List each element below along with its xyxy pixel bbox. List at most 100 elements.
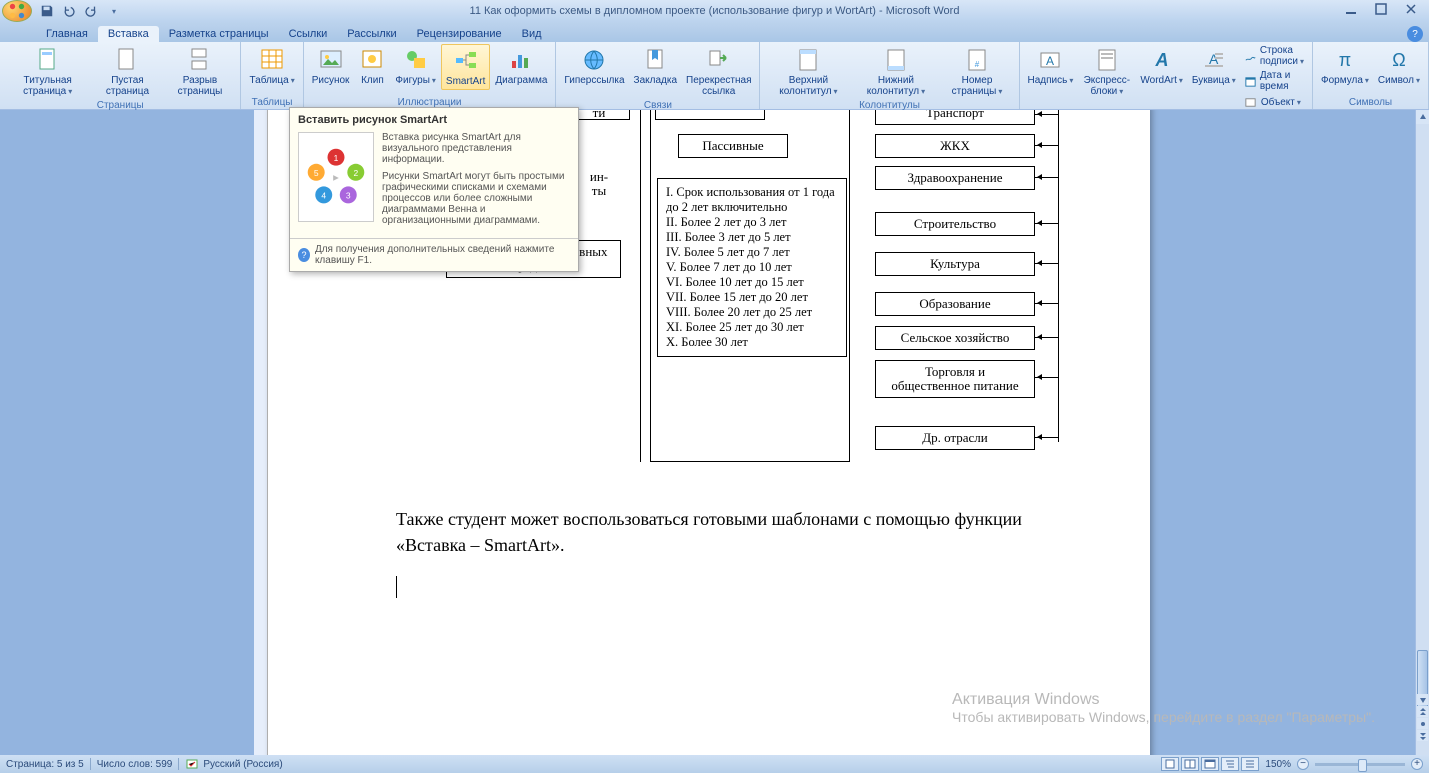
ribbon-tabs: Главная Вставка Разметка страницы Ссылки… xyxy=(0,22,1429,42)
text-cursor xyxy=(396,576,397,598)
diag-line xyxy=(1058,110,1059,442)
table-button[interactable]: Таблица xyxy=(245,44,298,88)
diag-box-r5: Культура xyxy=(875,252,1035,276)
svg-text:π: π xyxy=(1339,50,1351,70)
page-number-button[interactable]: #Номер страницы xyxy=(940,44,1015,99)
diag-box-r2: ЖКХ xyxy=(875,134,1035,158)
equation-button[interactable]: πФормула xyxy=(1317,44,1373,88)
view-web-icon[interactable] xyxy=(1201,757,1219,771)
symbol-button[interactable]: ΩСимвол xyxy=(1374,44,1424,88)
activation-watermark: Активация Windows Чтобы активировать Win… xyxy=(952,691,1375,725)
vertical-ruler xyxy=(254,110,268,755)
arrow-icon xyxy=(1035,263,1058,264)
prev-page-icon[interactable] xyxy=(1417,706,1428,717)
view-print-layout-icon[interactable] xyxy=(1161,757,1179,771)
window-title: 11 Как оформить схемы в дипломном проект… xyxy=(470,5,960,17)
diag-box-passive: Пассивные xyxy=(678,134,788,158)
diag-box-r6: Образование xyxy=(875,292,1035,316)
save-icon[interactable] xyxy=(38,2,56,20)
clip-button[interactable]: Клип xyxy=(354,44,390,88)
diag-box-r9: Др. отрасли xyxy=(875,426,1035,450)
datetime-button[interactable]: Дата и время xyxy=(1241,69,1308,93)
cover-page-button[interactable]: Титульная страница xyxy=(4,44,91,99)
smartart-tooltip: Вставить рисунок SmartArt 1 2 3 4 5 Вста… xyxy=(289,107,579,272)
vertical-scrollbar[interactable] xyxy=(1415,110,1429,755)
wordart-button[interactable]: AWordArt xyxy=(1136,44,1187,88)
diag-box-r8: Торговля и общественное питание xyxy=(875,360,1035,398)
office-button[interactable] xyxy=(2,0,32,22)
tab-review[interactable]: Рецензирование xyxy=(407,26,512,42)
redo-icon[interactable] xyxy=(82,2,100,20)
tab-mailings[interactable]: Рассылки xyxy=(337,26,406,42)
scroll-down-icon[interactable] xyxy=(1417,694,1428,705)
arrow-icon xyxy=(1035,145,1058,146)
quickparts-button[interactable]: Экспресс-блоки xyxy=(1078,44,1135,99)
tab-insert[interactable]: Вставка xyxy=(98,26,159,42)
diag-box xyxy=(655,110,765,120)
arrow-icon xyxy=(1035,337,1058,338)
quick-access-toolbar xyxy=(38,2,122,20)
hyperlink-button[interactable]: Гиперссылка xyxy=(560,44,628,88)
title-bar: 11 Как оформить схемы в дипломном проект… xyxy=(0,0,1429,22)
view-draft-icon[interactable] xyxy=(1241,757,1259,771)
qat-dropdown-icon[interactable] xyxy=(104,2,122,20)
signature-line-button[interactable]: Строка подписи xyxy=(1241,44,1308,68)
status-bar: Страница: 5 из 5 Число слов: 599 Русский… xyxy=(0,755,1429,773)
minimize-button[interactable] xyxy=(1337,0,1365,18)
object-button[interactable]: Объект xyxy=(1241,94,1308,110)
help-icon[interactable]: ? xyxy=(1407,26,1423,42)
close-button[interactable] xyxy=(1397,0,1425,18)
diag-line xyxy=(640,110,641,462)
scroll-up-icon[interactable] xyxy=(1416,110,1429,124)
view-outline-icon[interactable] xyxy=(1221,757,1239,771)
svg-text:5: 5 xyxy=(314,168,319,178)
diag-box-r4: Строительство xyxy=(875,212,1035,236)
header-button[interactable]: Верхний колонтитул xyxy=(764,44,852,99)
group-symbols: Символы xyxy=(1317,96,1424,109)
svg-text:Ω: Ω xyxy=(1392,50,1405,70)
picture-button[interactable]: Рисунок xyxy=(308,44,354,88)
status-words[interactable]: Число слов: 599 xyxy=(97,759,173,770)
zoom-slider[interactable] xyxy=(1315,763,1405,766)
tab-home[interactable]: Главная xyxy=(36,26,98,42)
arrow-icon xyxy=(1035,177,1058,178)
tab-view[interactable]: Вид xyxy=(512,26,552,42)
document-area[interactable]: ти я ин- ты Пассивные Прочие объекты осн… xyxy=(0,110,1415,755)
chart-button[interactable]: Диаграмма xyxy=(491,44,551,88)
crossref-button[interactable]: Перекрестная ссылка xyxy=(682,44,755,99)
arrow-icon xyxy=(1035,437,1058,438)
zoom-out-button[interactable]: − xyxy=(1297,758,1309,770)
proofing-icon[interactable] xyxy=(185,757,199,771)
tab-page-layout[interactable]: Разметка страницы xyxy=(159,26,279,42)
next-page-icon[interactable] xyxy=(1417,730,1428,741)
arrow-icon xyxy=(1035,223,1058,224)
svg-text:2: 2 xyxy=(353,168,358,178)
tab-references[interactable]: Ссылки xyxy=(279,26,338,42)
ribbon: Титульная страница Пустая страница Разры… xyxy=(0,42,1429,110)
view-fullscreen-icon[interactable] xyxy=(1181,757,1199,771)
svg-text:4: 4 xyxy=(321,191,326,201)
page-break-button[interactable]: Разрыв страницы xyxy=(164,44,237,99)
zoom-value[interactable]: 150% xyxy=(1265,759,1291,770)
diag-box-r7: Сельское хозяйство xyxy=(875,326,1035,350)
blank-page-button[interactable]: Пустая страница xyxy=(92,44,162,99)
tooltip-title: Вставить рисунок SmartArt xyxy=(290,108,578,126)
status-language[interactable]: Русский (Россия) xyxy=(203,759,282,770)
browse-object-icon[interactable] xyxy=(1417,718,1428,729)
zoom-in-button[interactable]: + xyxy=(1411,758,1423,770)
textbox-button[interactable]: AНадпись xyxy=(1024,44,1078,88)
dropcap-button[interactable]: AБуквица xyxy=(1188,44,1240,88)
diag-box-r3: Здравоохранение xyxy=(875,166,1035,190)
arrow-icon xyxy=(1035,114,1058,115)
status-page[interactable]: Страница: 5 из 5 xyxy=(6,759,84,770)
maximize-button[interactable] xyxy=(1367,0,1395,18)
tooltip-f1-hint: ? Для получения дополнительных сведений … xyxy=(290,238,578,271)
undo-icon[interactable] xyxy=(60,2,78,20)
footer-button[interactable]: Нижний колонтитул xyxy=(853,44,938,99)
shapes-button[interactable]: Фигуры xyxy=(391,44,440,88)
svg-text:3: 3 xyxy=(346,191,351,201)
smartart-button[interactable]: SmartArt xyxy=(441,44,490,90)
bookmark-button[interactable]: Закладка xyxy=(630,44,681,88)
tooltip-description: Вставка рисунка SmartArt для визуального… xyxy=(382,132,570,232)
arrow-icon xyxy=(1035,303,1058,304)
